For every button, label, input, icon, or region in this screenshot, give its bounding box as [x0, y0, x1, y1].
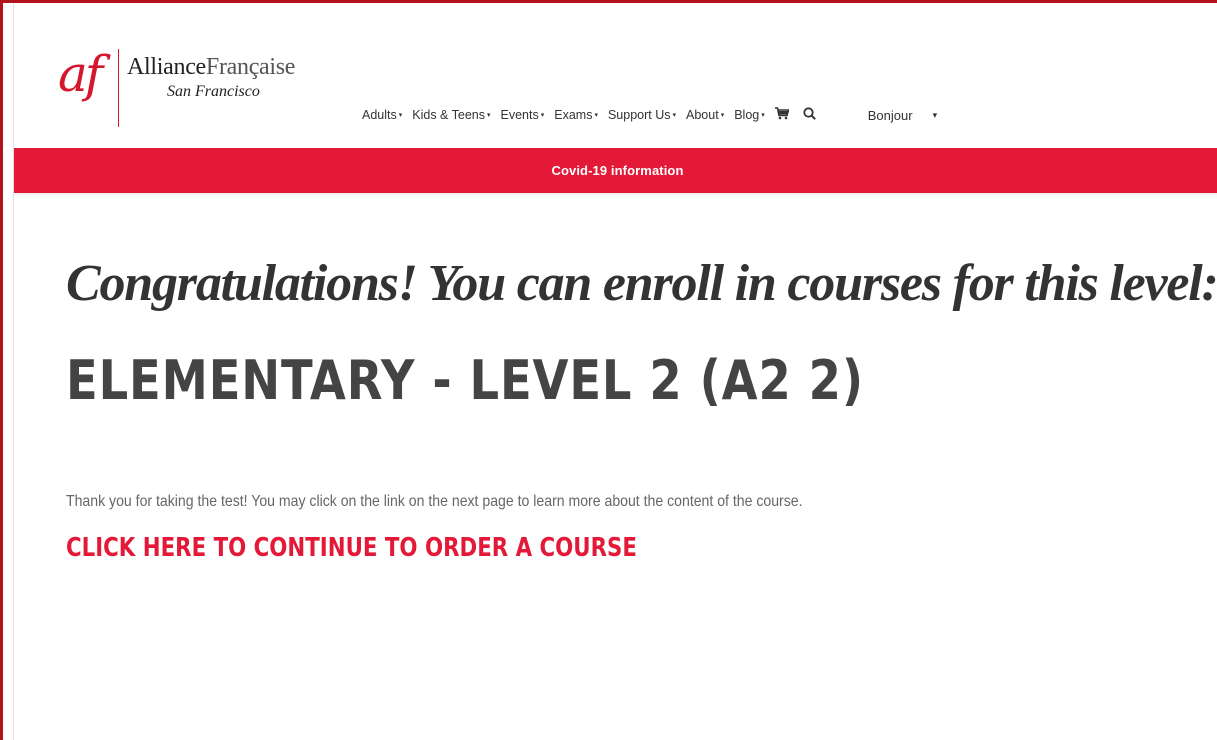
- logo-mark: af: [58, 45, 103, 103]
- level-title: ELEMENTARY - LEVEL 2 (A2 2): [66, 349, 864, 413]
- language-selector[interactable]: Bonjour ▾: [868, 108, 937, 123]
- logo-divider: [118, 49, 119, 127]
- caret-down-icon: ▾: [487, 112, 491, 119]
- browser-frame: af AllianceFrançaise San Francisco Adult…: [0, 0, 1217, 740]
- logo-name-light: Française: [205, 54, 296, 80]
- nav-item-label: About: [686, 108, 719, 122]
- caret-down-icon: ▾: [540, 112, 545, 119]
- search-icon[interactable]: [803, 107, 816, 123]
- thanks-message: Thank you for taking the test! You may c…: [66, 492, 803, 510]
- covid-banner: Covid-19 information: [14, 148, 1217, 193]
- main-nav: Adults ▾ Kids & Teens ▾ Events ▾ Exams ▾ Sup…: [362, 107, 937, 123]
- logo-name-bold: Alliance: [127, 54, 206, 80]
- caret-down-icon: ▾: [672, 112, 677, 119]
- caret-down-icon: ▾: [398, 112, 403, 119]
- search-icon-svg: [803, 107, 816, 120]
- caret-down-icon: ▾: [594, 112, 598, 119]
- page: af AllianceFrançaise San Francisco Adult…: [13, 3, 1217, 740]
- nav-item-exams[interactable]: Exams ▾: [554, 108, 598, 122]
- nav-item-label: Exams: [554, 108, 593, 122]
- nav-item-adults[interactable]: Adults ▾: [362, 108, 402, 122]
- nav-item-label: Blog: [734, 108, 760, 122]
- covid-info-link[interactable]: Covid-19 information: [551, 163, 683, 178]
- caret-down-icon: ▾: [720, 112, 725, 119]
- nav-item-kids-teens[interactable]: Kids & Teens ▾: [412, 108, 490, 122]
- nav-item-blog[interactable]: Blog ▾: [734, 108, 765, 122]
- nav-item-support-us[interactable]: Support Us ▾: [608, 108, 676, 122]
- nav-item-label: Support Us: [607, 108, 671, 122]
- order-course-link[interactable]: CLICK HERE TO CONTINUE TO ORDER A COURSE: [66, 533, 637, 563]
- nav-item-about[interactable]: About ▾: [686, 108, 724, 122]
- language-label: Bonjour: [867, 107, 913, 123]
- logo-text: AllianceFrançaise San Francisco: [127, 55, 295, 101]
- site-logo[interactable]: af AllianceFrançaise San Francisco: [58, 45, 295, 127]
- logo-name: AllianceFrançaise: [127, 55, 295, 79]
- congrats-heading: Congratulations! You can enroll in cours…: [66, 255, 1217, 312]
- caret-down-icon: ▾: [761, 112, 765, 119]
- main-content: Congratulations! You can enroll in cours…: [66, 253, 1217, 563]
- logo-city: San Francisco: [167, 83, 260, 100]
- chevron-down-icon: ▾: [932, 109, 938, 120]
- cart-icon[interactable]: [774, 107, 790, 123]
- nav-item-label: Adults: [362, 108, 397, 122]
- nav-item-events[interactable]: Events ▾: [501, 108, 545, 122]
- nav-item-label: Kids & Teens: [412, 108, 485, 122]
- site-header: af AllianceFrançaise San Francisco Adult…: [14, 3, 1217, 143]
- cart-icon-svg: [774, 107, 790, 120]
- nav-item-label: Events: [500, 108, 539, 122]
